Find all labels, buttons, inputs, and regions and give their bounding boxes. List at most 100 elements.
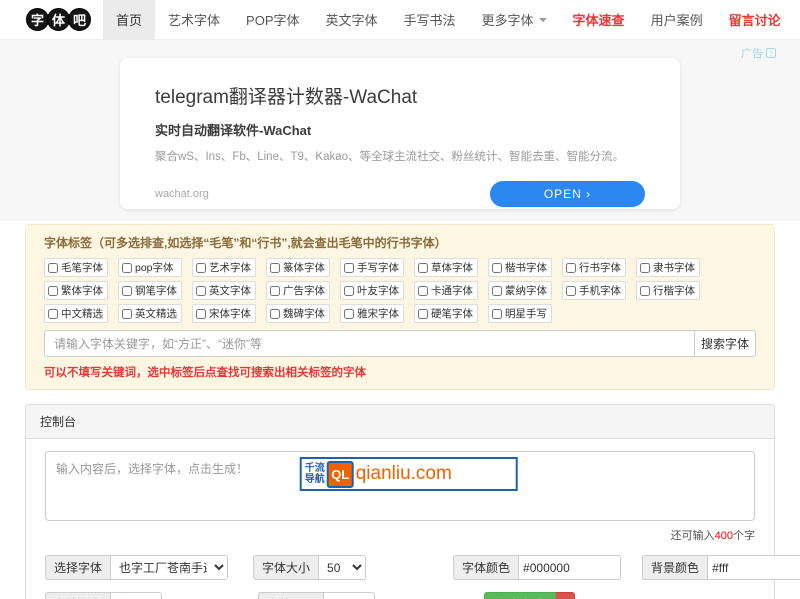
nav-item-english-fonts[interactable]: 英文字体 [313, 0, 391, 40]
font-tag[interactable]: 魏碑字体 [266, 304, 330, 323]
font-tag-checkbox[interactable] [48, 309, 58, 319]
font-tag-checkbox[interactable] [640, 286, 650, 296]
font-tag-label: 繁体字体 [61, 283, 103, 298]
logo-char: 体 [47, 8, 70, 31]
font-tag[interactable]: 毛笔字体 [44, 258, 108, 277]
font-tag-label: 篆体字体 [283, 260, 325, 275]
font-search-button[interactable]: 搜索字体 [694, 330, 756, 357]
font-tag-label: 明星手写 [505, 306, 547, 321]
nav-item-font-quick-search[interactable]: 字体速查 [560, 0, 638, 40]
font-tag[interactable]: 明星手写 [488, 304, 552, 323]
tag-rows: 毛笔字体 pop字体 艺术字体 篆体字体手写字体草体字体楷书字体行书字体隶书字体繁体字… [44, 258, 756, 323]
nav-item-home[interactable]: 首页 [103, 0, 155, 40]
font-tag[interactable]: 叶友字体 [340, 281, 404, 300]
font-tag[interactable]: 繁体字体 [44, 281, 108, 300]
font-tag[interactable]: 楷书字体 [488, 258, 552, 277]
font-tag[interactable]: 艺术字体 [192, 258, 256, 277]
bg-color-input[interactable] [707, 555, 800, 580]
font-tag-checkbox[interactable] [418, 263, 428, 273]
font-tag[interactable]: 广告字体 [266, 281, 330, 300]
font-tag[interactable]: 篆体字体 [266, 258, 330, 277]
font-tag-checkbox[interactable] [122, 286, 132, 296]
nav-item-handwriting-calligraphy[interactable]: 手写书法 [391, 0, 469, 40]
font-tag[interactable]: 英文精选 [118, 304, 182, 323]
qianliu-logo: QL [327, 461, 354, 488]
ad-card[interactable]: telegram翻译器计数器-WaChat 实时自动翻译软件-WaChat 聚合… [120, 58, 680, 209]
shadow-select[interactable]: 关闭 [323, 592, 375, 599]
font-tag-checkbox[interactable] [48, 286, 58, 296]
font-tag-checkbox[interactable] [196, 286, 206, 296]
font-tag-checkbox[interactable] [640, 263, 650, 273]
font-tag[interactable]: 宋体字体 [192, 304, 256, 323]
ad-open-button[interactable]: OPEN › [490, 181, 645, 207]
qianliu-domain: qianliu.com [356, 463, 452, 485]
font-tag-checkbox[interactable] [270, 286, 280, 296]
font-tag[interactable]: 钢笔字体 [118, 281, 182, 300]
bg-color-group: 背景颜色 [642, 555, 800, 580]
font-tag-checkbox[interactable] [122, 309, 132, 319]
font-tag[interactable]: 隶书字体 [636, 258, 700, 277]
generate-dropdown-button[interactable] [556, 592, 575, 599]
ad-badge-label: 广告 [741, 45, 763, 61]
font-tag-checkbox[interactable] [492, 263, 502, 273]
font-tag-checkbox[interactable] [492, 286, 502, 296]
font-tag-checkbox[interactable] [344, 263, 354, 273]
font-tag-checkbox[interactable] [196, 263, 206, 273]
font-tag[interactable]: 蒙纳字体 [488, 281, 552, 300]
font-tag[interactable]: 中文精选 [44, 304, 108, 323]
font-search-input[interactable] [44, 330, 694, 357]
font-tag-label: 卡通字体 [431, 283, 473, 298]
font-tag-label: 钢笔字体 [135, 283, 177, 298]
font-tag[interactable]: 手写字体 [340, 258, 404, 277]
font-tag-checkbox[interactable] [418, 309, 428, 319]
font-tag-label: 硬笔字体 [431, 306, 473, 321]
nav-items: 首页艺术字体POP字体英文字体手写书法更多字体字体速查用户案例留言讨论 [103, 0, 794, 40]
nav-item-pop-fonts[interactable]: POP字体 [233, 0, 312, 40]
gradient-select[interactable]: 关闭 [110, 592, 162, 599]
ad-strip: 广告 ! telegram翻译器计数器-WaChat 实时自动翻译软件-WaCh… [0, 40, 800, 221]
nav-item-user-cases[interactable]: 用户案例 [638, 0, 716, 40]
font-tag-label: 叶友字体 [357, 283, 399, 298]
font-tag-checkbox[interactable] [492, 309, 502, 319]
tag-row: 毛笔字体 pop字体 艺术字体 篆体字体手写字体草体字体楷书字体行书字体隶书字体 [44, 258, 756, 277]
site-logo[interactable]: 字体吧 [26, 8, 89, 31]
nav-item-art-fonts[interactable]: 艺术字体 [155, 0, 233, 40]
font-tag[interactable]: 卡通字体 [414, 281, 478, 300]
font-tag-checkbox[interactable] [566, 286, 576, 296]
qianliu-ad-banner[interactable]: 千流 导航 QL qianliu.com [300, 457, 518, 491]
font-size-select[interactable]: 50 [318, 555, 366, 580]
font-tag[interactable]: 硬笔字体 [414, 304, 478, 323]
font-tag-checkbox[interactable] [196, 309, 206, 319]
info-icon: ! [766, 48, 776, 58]
font-tag[interactable]: 英文字体 [192, 281, 256, 300]
font-tag[interactable]: 行书字体 [562, 258, 626, 277]
font-tag[interactable]: 草体字体 [414, 258, 478, 277]
nav-item-more-fonts[interactable]: 更多字体 [469, 0, 560, 40]
font-tag-checkbox[interactable] [270, 263, 280, 273]
generate-button[interactable]: 点击生成 [484, 592, 556, 599]
font-tag-checkbox[interactable] [122, 263, 132, 273]
nav-item-message-discussion[interactable]: 留言讨论 [716, 0, 794, 40]
shadow-group: 字体阴影 关闭 [258, 592, 375, 599]
ad-domain: wachat.org [155, 188, 209, 200]
font-tag-checkbox[interactable] [344, 286, 354, 296]
font-tag[interactable]: 雅宋字体 [340, 304, 404, 323]
tag-row: 中文精选 英文精选宋体字体魏碑字体雅宋字体 硬笔字体 明星手写 [44, 304, 756, 323]
font-tag-checkbox[interactable] [48, 263, 58, 273]
font-tag[interactable]: pop字体 [118, 258, 182, 277]
font-tag-checkbox[interactable] [566, 263, 576, 273]
font-tag[interactable]: 行楷字体 [636, 281, 700, 300]
font-select-label: 选择字体 [45, 555, 110, 580]
font-tag-checkbox[interactable] [418, 286, 428, 296]
font-color-input[interactable] [518, 555, 621, 580]
font-color-group: 字体颜色 [453, 555, 621, 580]
font-tag-label: pop字体 [135, 260, 174, 275]
font-tag-checkbox[interactable] [344, 309, 354, 319]
textarea-wrapper: 千流 导航 QL qianliu.com [45, 451, 755, 524]
font-tag[interactable]: 手机字体 [562, 281, 626, 300]
font-tag-checkbox[interactable] [270, 309, 280, 319]
logo-char: 吧 [68, 8, 91, 31]
top-navbar: 字体吧 首页艺术字体POP字体英文字体手写书法更多字体字体速查用户案例留言讨论 … [0, 0, 800, 40]
font-select[interactable]: 也字工厂苍南手迹 [110, 555, 228, 580]
font-tag-label: 英文精选 [135, 306, 177, 321]
